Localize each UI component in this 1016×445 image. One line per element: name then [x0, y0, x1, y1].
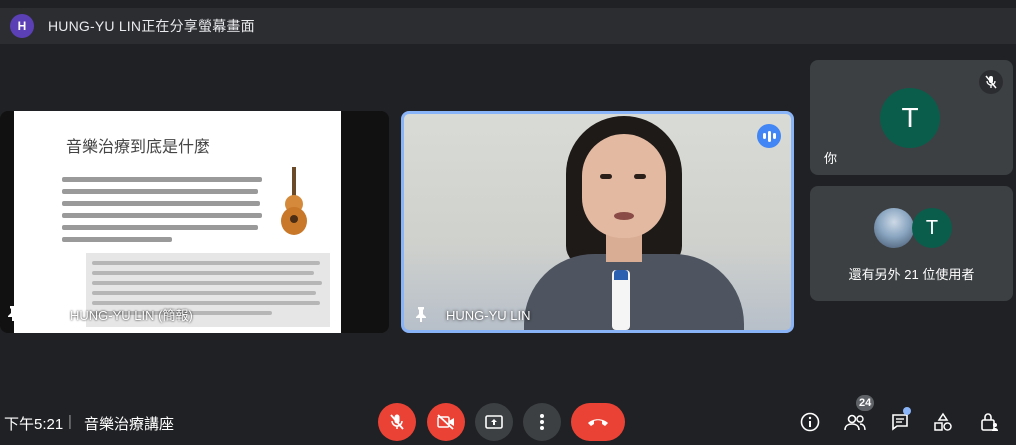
hang-up-icon — [588, 419, 608, 426]
more-vert-icon — [540, 414, 544, 430]
speaker-video-tile[interactable]: HUNG-YU LIN — [401, 111, 794, 333]
presenting-banner-text: HUNG-YU LIN正在分享螢幕畫面 — [48, 18, 255, 34]
chat-icon — [892, 414, 908, 431]
slide-text-line — [62, 177, 262, 182]
meeting-details-button[interactable] — [795, 407, 825, 437]
activities-button[interactable] — [928, 407, 958, 437]
participant-avatar: T — [912, 208, 952, 248]
slide-text-line — [62, 201, 260, 206]
activities-shapes-icon — [934, 412, 952, 431]
more-options-button[interactable] — [523, 403, 561, 441]
self-avatar: T — [880, 88, 940, 148]
pin-icon[interactable] — [6, 305, 20, 324]
slide-text-line — [62, 189, 258, 194]
self-tile[interactable]: T 你 — [810, 60, 1013, 175]
people-icon — [844, 414, 866, 431]
slide-text-line — [62, 237, 172, 242]
present-screen-icon — [485, 415, 503, 429]
presenter-name-label: HUNG-YU LIN (簡報) — [70, 308, 193, 323]
pin-icon[interactable] — [414, 306, 428, 325]
speaking-indicator-icon — [757, 124, 781, 148]
people-button[interactable] — [840, 407, 870, 437]
mic-off-icon — [979, 70, 1003, 94]
slide-title: 音樂治療到底是什麼 — [66, 137, 211, 156]
other-participants-label: 還有另外 21 位使用者 — [848, 267, 975, 282]
self-label: 你 — [824, 151, 838, 166]
separator: | — [68, 413, 72, 430]
lock-person-icon — [981, 413, 998, 431]
participant-avatar-photo — [874, 208, 914, 248]
meeting-title: 音樂治療講座 — [84, 416, 175, 433]
info-icon — [800, 412, 820, 432]
participants-count-badge: 24 — [856, 395, 875, 411]
present-now-button[interactable] — [475, 403, 513, 441]
bottle-object — [612, 270, 630, 330]
presentation-icon — [34, 304, 52, 318]
guitar-image — [280, 167, 308, 237]
camera-toggle-button[interactable] — [427, 403, 465, 441]
clock-time: 下午5:21 — [4, 416, 64, 433]
speaker-name-label: HUNG-YU LIN — [446, 308, 531, 323]
microphone-toggle-button[interactable] — [378, 403, 416, 441]
host-controls-button[interactable] — [974, 407, 1004, 437]
bottom-control-bar: 下午5:21 | 音樂治療講座 24 — [0, 395, 1016, 445]
chat-unread-dot — [903, 407, 911, 415]
slide-text-line — [62, 225, 258, 230]
leave-call-button[interactable] — [571, 403, 625, 441]
presentation-tile[interactable]: 音樂治療到底是什麼 HUNG-YU LIN (簡報) — [0, 111, 389, 333]
presenting-banner: H HUNG-YU LIN正在分享螢幕畫面 — [0, 8, 1016, 44]
slide-text-line — [62, 213, 262, 218]
presenter-avatar: H — [10, 14, 34, 38]
speaker-video — [524, 114, 744, 330]
shared-slide: 音樂治療到底是什麼 — [14, 111, 341, 333]
other-participants-tile[interactable]: T 還有另外 21 位使用者 — [810, 186, 1013, 301]
camera-off-icon — [437, 414, 454, 430]
mic-off-icon — [390, 414, 404, 430]
